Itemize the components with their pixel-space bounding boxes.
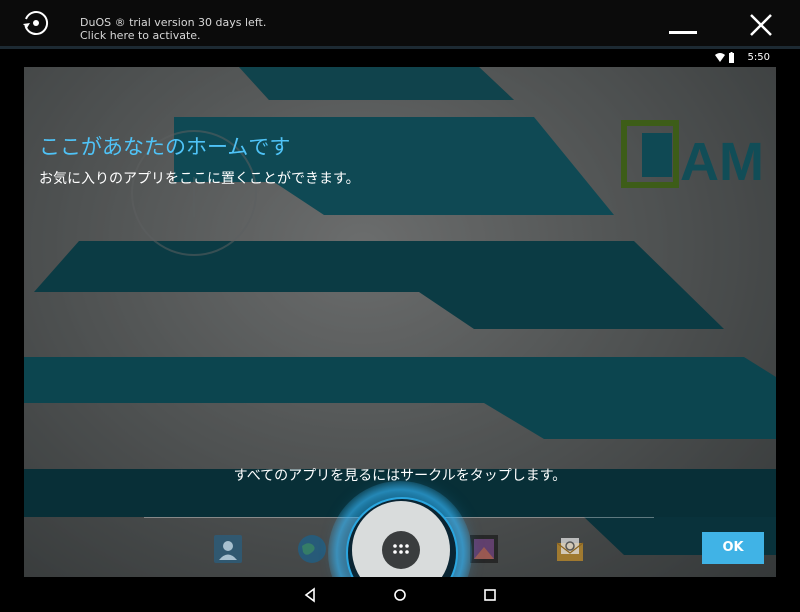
trial-days-text: DuOS ® trial version 30 days left. [80, 16, 267, 29]
wifi-battery-icon [715, 52, 734, 63]
android-home-screen: AM ここがあなたのホームです お気に入りのアプリをここに置くことができます。 … [24, 67, 776, 577]
app-drawer-grid-icon [393, 544, 409, 554]
home-icon[interactable] [392, 587, 408, 603]
all-apps-button[interactable] [382, 531, 420, 569]
minimize-button[interactable] [665, 12, 701, 36]
ok-button[interactable]: OK [702, 532, 764, 564]
trial-notice-link[interactable]: DuOS ® trial version 30 days left. Click… [80, 16, 266, 42]
rotate-icon[interactable] [22, 9, 50, 37]
duos-title-bar: DuOS ® trial version 30 days left. Click… [0, 0, 800, 46]
status-time: 5:50 [747, 52, 770, 63]
activate-text: Click here to activate. [80, 29, 201, 42]
close-icon[interactable] [746, 10, 776, 40]
status-bar: 5:50 [0, 49, 800, 67]
home-tutorial-title: ここがあなたのホームです [39, 135, 291, 159]
contacts-icon[interactable] [212, 533, 244, 565]
email-icon[interactable] [554, 533, 586, 565]
home-tutorial-subtitle: お気に入りのアプリをここに置くことができます。 [39, 171, 360, 187]
gallery-icon[interactable] [468, 533, 500, 565]
back-icon[interactable] [302, 587, 318, 603]
navigation-bar [0, 577, 800, 612]
recents-icon[interactable] [482, 587, 498, 603]
browser-globe-icon[interactable] [296, 533, 328, 565]
